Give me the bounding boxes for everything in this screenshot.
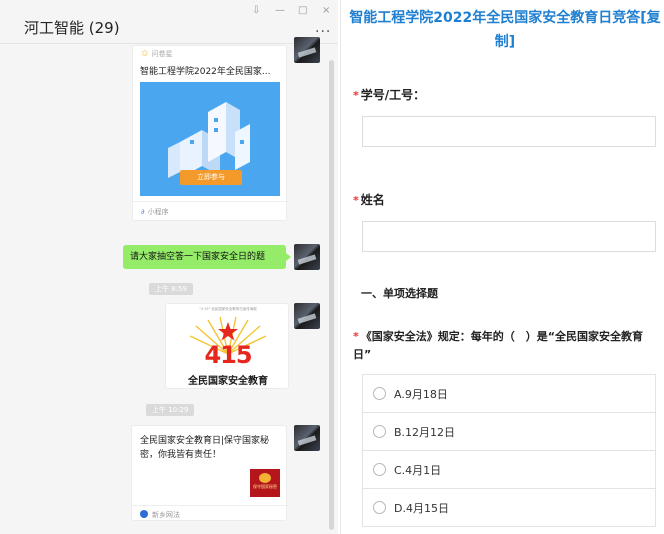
question-1-options: A.9月18日 B.12月12日 C.4月1日 D.4月15日 — [362, 374, 656, 527]
source-logo-icon — [140, 510, 148, 518]
article-card[interactable]: 全民国家安全教育日|保守国家秘密，你我皆有责任！ 保守国家秘密 新乡网法 — [131, 425, 288, 521]
option-d[interactable]: D.4月15日 — [362, 488, 656, 527]
card-divider — [132, 505, 288, 506]
screen: 河工智能 (29) ⇩ — □ × ··· ✩ 问卷星 智能工程学院2022年全民… — [0, 0, 664, 534]
question-1: * 《国家安全法》规定：每年的（ ）是“全民国家安全教育日” — [353, 330, 643, 361]
sender-avatar[interactable] — [294, 303, 320, 329]
text-message-bubble[interactable]: 请大家抽空答一下国家安全日的题 — [123, 245, 291, 269]
radio-icon[interactable] — [373, 501, 386, 514]
chat-window: 河工智能 (29) ⇩ — □ × ··· ✩ 问卷星 智能工程学院2022年全民… — [0, 0, 338, 534]
sender-avatar[interactable] — [294, 425, 320, 451]
student-id-label: * 学号/工号： — [353, 88, 426, 102]
timestamp: 上午 8:59 — [149, 283, 193, 295]
minimize-icon[interactable]: — — [275, 6, 285, 16]
name-input[interactable] — [362, 221, 656, 252]
sender-avatar[interactable] — [294, 37, 320, 63]
mini-program-footer: ∂ 小程序 — [141, 208, 169, 216]
section-title: 一、单项选择题 — [361, 287, 438, 300]
form-title: 智能工程学院2022年全民国家安全教育日竞答[复制] — [349, 10, 661, 50]
article-thumbnail: 保守国家秘密 — [250, 469, 280, 497]
option-c[interactable]: C.4月1日 — [362, 450, 656, 489]
image-message[interactable]: "4·15" 全民国家安全教育日宣传海报 415 全民国家安全教育 — [165, 303, 289, 389]
option-b[interactable]: B.12月12日 — [362, 412, 656, 451]
card-divider — [133, 201, 288, 202]
article-title: 全民国家安全教育日|保守国家秘密，你我皆有责任！ — [140, 436, 270, 460]
lantern-icon — [259, 473, 271, 483]
thumbnail-text: 保守国家秘密 — [253, 484, 277, 489]
mini-program-cover-image: 立即参与 — [140, 82, 280, 196]
chat-header: 河工智能 (29) ⇩ — □ × ··· — [0, 0, 338, 44]
mini-program-icon: ∂ — [141, 208, 145, 216]
radio-icon[interactable] — [373, 463, 386, 476]
poster-caption: 全民国家安全教育 — [188, 376, 268, 387]
close-icon[interactable]: × — [322, 6, 330, 16]
radio-icon[interactable] — [373, 425, 386, 438]
timestamp: 上午 10:29 — [146, 404, 195, 416]
student-id-input[interactable] — [362, 116, 656, 147]
article-source: 新乡网法 — [140, 510, 180, 520]
required-mark: * — [353, 194, 359, 207]
join-button[interactable]: 立即参与 — [180, 170, 242, 185]
mini-program-card[interactable]: ✩ 问卷星 智能工程学院2022年全民国家... 立即参与 ∂ 小程序 — [132, 45, 288, 221]
chat-title: 河工智能 (29) — [24, 19, 120, 37]
option-a[interactable]: A.9月18日 — [362, 374, 656, 413]
required-mark: * — [353, 330, 359, 343]
survey-form: 智能工程学院2022年全民国家安全教育日竞答[复制] * 学号/工号： * 姓名 一… — [340, 0, 664, 534]
maximize-icon[interactable]: □ — [298, 6, 307, 16]
radio-icon[interactable] — [373, 387, 386, 400]
mini-program-source: ✩ 问卷星 — [141, 49, 173, 59]
required-mark: * — [353, 89, 359, 102]
mini-program-title: 智能工程学院2022年全民国家... — [140, 67, 271, 77]
chat-scrollbar[interactable] — [329, 60, 334, 530]
sender-avatar[interactable] — [294, 244, 320, 270]
pin-icon[interactable]: ⇩ — [252, 6, 260, 16]
poster-number: 415 — [204, 341, 252, 369]
name-label: * 姓名 — [353, 193, 385, 207]
wenjuanxing-logo-icon: ✩ — [141, 49, 149, 59]
